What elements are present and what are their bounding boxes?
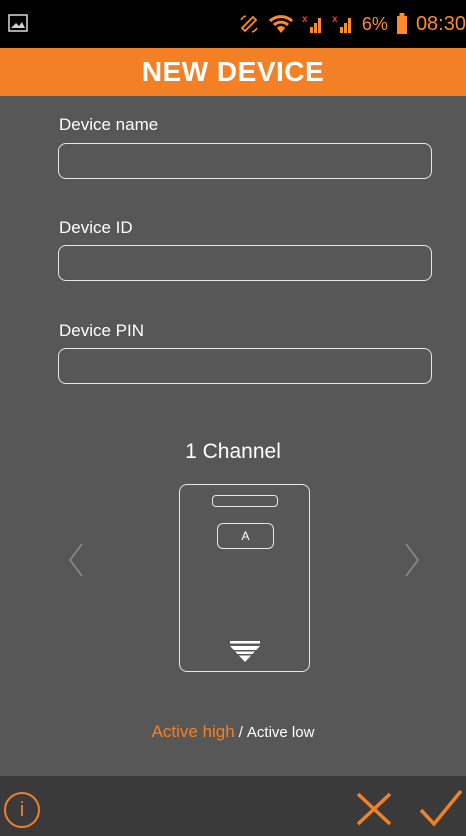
battery-low-icon [396, 13, 407, 34]
info-button[interactable]: i [4, 792, 40, 828]
title-bar: NEW DEVICE [0, 48, 466, 96]
wifi-icon [268, 15, 293, 33]
rotate-lock-icon [240, 15, 258, 33]
active-mode-separator: / [238, 724, 243, 741]
svg-text:x: x [332, 14, 338, 25]
active-mode-toggle: Active high / Active low [0, 722, 466, 742]
battery-percent: 6% [361, 13, 388, 34]
device-id-input[interactable] [58, 245, 432, 281]
active-high-option[interactable]: Active high [152, 722, 235, 741]
channel-a-button[interactable]: A [217, 523, 274, 549]
signal-no-sim-2-icon: x [332, 14, 351, 33]
active-low-option[interactable]: Active low [247, 724, 315, 741]
bottom-action-bar: i [0, 776, 466, 836]
device-pin-label: Device PIN [59, 321, 145, 340]
brand-logo-icon [230, 641, 260, 662]
device-name-label: Device name [59, 115, 159, 134]
device-preview-card: A [179, 484, 310, 672]
chevron-right-icon[interactable] [400, 540, 424, 580]
svg-text:x: x [302, 14, 308, 25]
status-time: 08:30 [415, 12, 466, 35]
device-pin-input[interactable] [58, 348, 432, 384]
status-bar: x x 6% 08:30 [0, 0, 466, 48]
device-slot [212, 495, 278, 507]
status-right: x x 6% 08:30 [238, 10, 466, 38]
image-notification-icon [8, 14, 28, 32]
device-id-label: Device ID [59, 218, 133, 237]
close-icon[interactable] [354, 790, 394, 828]
channel-title: 1 Channel [185, 440, 281, 463]
check-icon[interactable] [418, 788, 464, 828]
page-title: NEW DEVICE [141, 56, 325, 87]
app-screen: x x 6% 08:30 NEW DEVICE Device name Devi… [0, 0, 466, 836]
signal-no-sim-icon: x [302, 14, 321, 33]
chevron-left-icon[interactable] [64, 540, 88, 580]
device-name-input[interactable] [58, 143, 432, 179]
